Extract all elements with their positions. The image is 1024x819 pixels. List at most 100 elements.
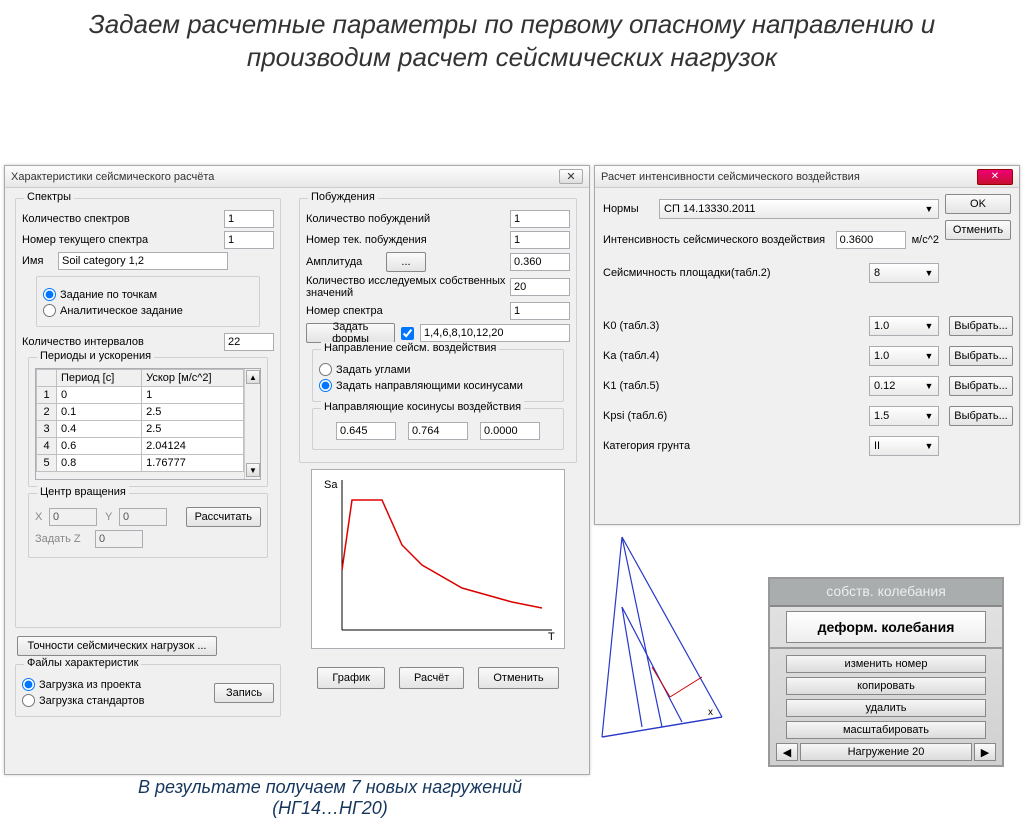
next-loadcase-icon[interactable]: ▶ [974, 743, 996, 761]
lbl-ka: Ka (табл.4) [603, 350, 869, 362]
cell[interactable]: 2.5 [142, 421, 244, 438]
menu-deform[interactable]: деформ. колебания [786, 611, 986, 643]
dropdown-kpsi[interactable]: 1.5▼ [869, 406, 939, 426]
slide-title: Задаем расчетные параметры по первому оп… [0, 0, 1024, 77]
lbl-eig: Количество исследуемых собственных значе… [306, 275, 510, 299]
lbl-x: X [35, 511, 49, 523]
cell[interactable]: 0.8 [57, 455, 142, 472]
input-cos2[interactable] [408, 422, 468, 440]
close-icon[interactable]: ✕ [977, 169, 1013, 185]
choose-ka-button[interactable]: Выбрать... [949, 346, 1013, 366]
amp-button[interactable]: ... [386, 252, 426, 272]
col-acc: Ускор [м/с^2] [142, 370, 244, 387]
cell[interactable]: 0.1 [57, 404, 142, 421]
dropdown-ka[interactable]: 1.0▼ [869, 346, 939, 366]
lbl-intensity: Интенсивность сейсмического воздействия [603, 234, 836, 246]
footer-note: В результате получаем 7 новых нагружений… [120, 777, 540, 819]
input-cos3[interactable] [480, 422, 540, 440]
cancel-button-2[interactable]: Отменить [945, 220, 1011, 240]
cancel-button-1[interactable]: Отменить [478, 667, 558, 689]
close-icon[interactable]: ✕ [559, 169, 583, 184]
precision-button[interactable]: Точности сейсмических нагрузок ... [17, 636, 217, 656]
calc-center-button[interactable]: Рассчитать [186, 507, 261, 527]
menu-copy[interactable]: копировать [786, 677, 986, 695]
dropdown-seism[interactable]: 8▼ [869, 263, 939, 283]
menu-own-vibrations[interactable]: собств. колебания [826, 583, 946, 599]
radio-cosines[interactable] [319, 379, 332, 392]
choose-k0-button[interactable]: Выбрать... [949, 316, 1013, 336]
lbl-exc-cur: Номер тек. побуждения [306, 234, 510, 246]
menu-change-number[interactable]: изменить номер [786, 655, 986, 673]
lbl-spec-name: Имя [22, 255, 58, 267]
menu-current-loadcase[interactable]: Нагружение 20 [800, 743, 972, 761]
input-intensity[interactable] [836, 231, 906, 249]
input-exc-spec[interactable] [510, 302, 570, 320]
input-cos1[interactable] [336, 422, 396, 440]
window-intensity: Расчет интенсивности сейсмического возде… [594, 165, 1020, 525]
group-dir-title: Направление сейсм. воздействия [321, 342, 499, 354]
chevron-down-icon: ▼ [922, 381, 936, 391]
lbl-spec-count: Количество спектров [22, 213, 224, 225]
chart-xlabel: T [548, 631, 555, 643]
scrollbar[interactable]: ▲ ▼ [244, 369, 260, 479]
scroll-up-icon[interactable]: ▲ [246, 370, 260, 384]
lbl-exc-spec: Номер спектра [306, 305, 510, 317]
radio-load-project[interactable] [22, 678, 35, 691]
lbl-z: Задать Z [35, 533, 95, 545]
input-intervals[interactable] [224, 333, 274, 351]
dd-norms-val: СП 14.13330.2011 [664, 203, 756, 215]
group-spectra-title: Спектры [24, 191, 74, 203]
input-amp[interactable] [510, 253, 570, 271]
cell[interactable]: 0 [57, 387, 142, 404]
lbl-y: Y [105, 511, 119, 523]
lbl-angles: Задать углами [336, 364, 410, 376]
dropdown-k0[interactable]: 1.0▼ [869, 316, 939, 336]
menu-scale[interactable]: масштабировать [786, 721, 986, 739]
cell[interactable]: 2.04124 [142, 438, 244, 455]
dropdown-k1[interactable]: 0.12▼ [869, 376, 939, 396]
radio-angles[interactable] [319, 363, 332, 376]
input-spec-current[interactable] [224, 231, 274, 249]
cell[interactable]: 2.5 [142, 404, 244, 421]
chevron-down-icon: ▼ [922, 268, 936, 278]
save-button[interactable]: Запись [214, 683, 274, 703]
input-forms[interactable] [420, 324, 570, 342]
choose-kpsi-button[interactable]: Выбрать... [949, 406, 1013, 426]
input-exc-count[interactable] [510, 210, 570, 228]
lbl-k1: K1 (табл.5) [603, 380, 869, 392]
titlebar-2: Расчет интенсивности сейсмического возде… [595, 166, 1019, 188]
prev-loadcase-icon[interactable]: ◀ [776, 743, 798, 761]
ok-button[interactable]: OK [945, 194, 1011, 214]
periods-table[interactable]: Период [с]Ускор [м/с^2] 101 20.12.5 30.4… [36, 369, 244, 472]
cell[interactable]: 0.4 [57, 421, 142, 438]
group-cos-title: Направляющие косинусы воздействия [321, 401, 524, 413]
forms-button[interactable]: Задать формы [306, 323, 395, 343]
radio-by-points[interactable] [43, 288, 56, 301]
chevron-down-icon: ▼ [922, 411, 936, 421]
lbl-cat: Категория грунта [603, 440, 869, 452]
cell[interactable]: 0.6 [57, 438, 142, 455]
chevron-down-icon: ▼ [922, 351, 936, 361]
choose-k1-button[interactable]: Выбрать... [949, 376, 1013, 396]
cell[interactable]: 1 [142, 387, 244, 404]
chevron-down-icon: ▼ [922, 441, 936, 451]
input-eig[interactable] [510, 278, 570, 296]
dropdown-cat[interactable]: II▼ [869, 436, 939, 456]
input-z [95, 530, 143, 548]
scroll-down-icon[interactable]: ▼ [246, 463, 260, 477]
input-spec-name[interactable] [58, 252, 228, 270]
graph-button[interactable]: График [317, 667, 385, 689]
menu-delete[interactable]: удалить [786, 699, 986, 717]
forms-check[interactable] [401, 327, 414, 340]
group-excite: Побуждения Количество побуждений Номер т… [299, 198, 577, 463]
input-exc-cur[interactable] [510, 231, 570, 249]
radio-load-std[interactable] [22, 694, 35, 707]
group-periods-title: Периоды и ускорения [37, 350, 154, 362]
wireframe-icon: x [592, 527, 772, 747]
radio-analytic[interactable] [43, 304, 56, 317]
input-spec-count[interactable] [224, 210, 274, 228]
run-button[interactable]: Расчёт [399, 667, 464, 689]
dropdown-norms[interactable]: СП 14.13330.2011▼ [659, 199, 939, 219]
win2-title: Расчет интенсивности сейсмического возде… [601, 171, 977, 183]
cell[interactable]: 1.76777 [142, 455, 244, 472]
